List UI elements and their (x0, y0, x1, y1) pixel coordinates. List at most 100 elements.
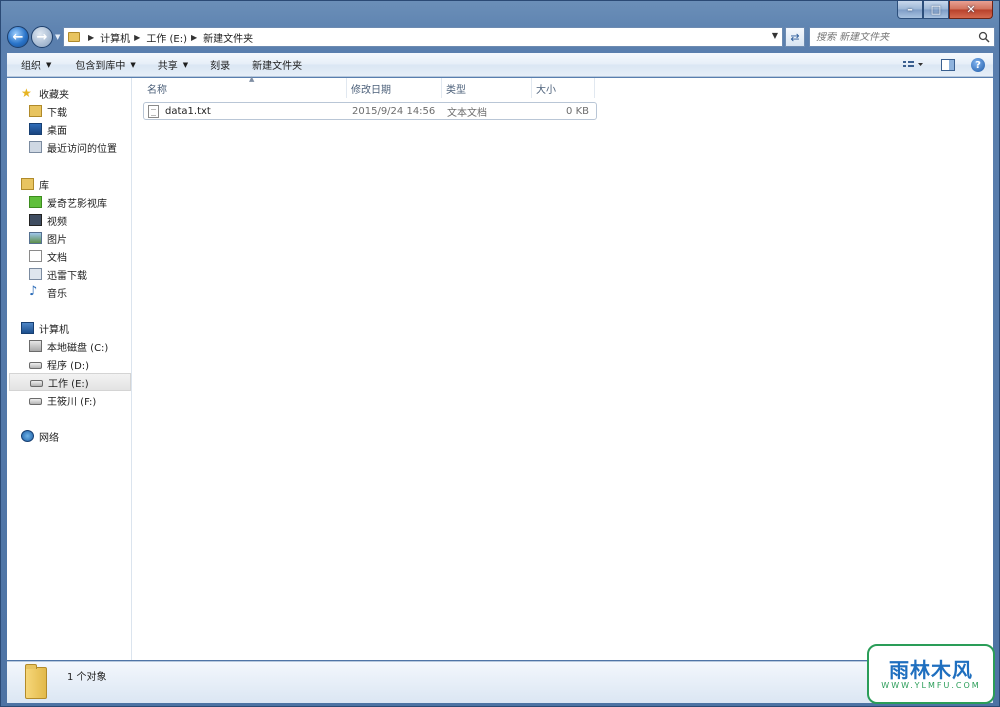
sidebar-item-label: 文档 (47, 252, 67, 264)
file-list-pane[interactable]: ▲ 名称 修改日期 类型 大小 data1.txt 2015/9/24 14:5… (133, 75, 993, 660)
breadcrumb-current-folder[interactable]: 新建文件夹 (203, 30, 253, 45)
file-size: 0 KB (566, 105, 589, 117)
file-row[interactable]: data1.txt 2015/9/24 14:56 文本文档 0 KB (143, 102, 597, 120)
address-bar[interactable]: ▶ 计算机 ▶ 工作 (E:) ▶ 新建文件夹 ▼ (63, 27, 783, 47)
text-file-icon (148, 104, 159, 118)
command-bar: 组织 ▼ 包含到库中 ▼ 共享 ▼ 刻录 新建文件夹 ? (7, 53, 993, 77)
sidebar-group-label: 库 (39, 180, 49, 192)
minimize-icon: – (907, 3, 913, 16)
sidebar-item-documents[interactable]: 文档 (29, 247, 131, 265)
file-name: data1.txt (165, 105, 211, 117)
preview-pane-icon (941, 59, 955, 71)
refresh-button[interactable]: ⇄ (785, 27, 805, 47)
sidebar-item-thunder-downloads[interactable]: 迅雷下载 (29, 265, 131, 283)
sidebar-item-recent-places[interactable]: 最近访问的位置 (29, 138, 131, 156)
sidebar-item-drive-e[interactable]: 工作 (E:) (9, 373, 131, 391)
sidebar-group-favorites[interactable]: ★ 收藏夹 (21, 84, 69, 102)
details-pane: 1 个对象 (7, 661, 993, 703)
breadcrumb-computer[interactable]: 计算机 (100, 30, 130, 45)
sidebar-item-label: 视频 (47, 216, 67, 228)
share-label: 共享 (157, 61, 178, 72)
column-header-size[interactable]: 大小 (532, 78, 595, 98)
library-icon (21, 178, 34, 190)
column-header-label: 类型 (446, 84, 466, 96)
videos-icon (29, 214, 42, 226)
iqiyi-library-icon (29, 196, 42, 208)
breadcrumb-separator-icon[interactable]: ▶ (191, 33, 197, 42)
forward-arrow-icon: → (36, 29, 48, 45)
close-button[interactable]: ✕ (949, 1, 993, 19)
search-input[interactable] (816, 31, 976, 43)
sidebar-item-label: 工作 (E:) (48, 378, 89, 390)
sidebar-item-pictures[interactable]: 图片 (29, 229, 131, 247)
drive-icon (29, 362, 42, 369)
music-note-icon: ♪ (29, 284, 38, 299)
pictures-icon (29, 232, 42, 244)
column-header-label: 大小 (536, 84, 556, 96)
column-header-label: 名称 (147, 84, 167, 96)
window-caption-buttons: – □ ✕ (897, 1, 993, 19)
sidebar-item-drive-c[interactable]: 本地磁盘 (C:) (29, 337, 131, 355)
burn-button[interactable]: 刻录 (201, 54, 239, 76)
sidebar-item-iqiyi-library[interactable]: 爱奇艺影视库 (29, 193, 131, 211)
column-header-date-modified[interactable]: 修改日期 (347, 78, 442, 98)
sidebar-item-label: 程序 (D:) (47, 360, 90, 372)
sidebar-item-drive-d[interactable]: 程序 (D:) (29, 355, 131, 373)
column-header-name[interactable]: ▲ 名称 (143, 75, 347, 98)
organize-button[interactable]: 组织 ▼ (7, 54, 60, 76)
view-options-icon (903, 61, 923, 67)
breadcrumb-drive-e[interactable]: 工作 (E:) (146, 30, 187, 45)
organize-label: 组织 (21, 61, 41, 72)
include-in-library-button[interactable]: 包含到库中 ▼ (66, 54, 144, 76)
search-box (809, 27, 995, 47)
search-icon[interactable] (978, 31, 990, 43)
column-header-type[interactable]: 类型 (442, 78, 532, 98)
sidebar-item-music[interactable]: ♪ 音乐 (29, 283, 131, 301)
sidebar-item-downloads[interactable]: 下载 (29, 102, 131, 120)
folder-icon (25, 663, 47, 699)
sidebar-item-label: 迅雷下载 (47, 270, 87, 282)
preview-pane-button[interactable] (933, 54, 963, 76)
sidebar-item-desktop[interactable]: 桌面 (29, 120, 131, 138)
sidebar-item-label: 王筱川 (F:) (47, 396, 97, 408)
address-row: ← → ▼ ▶ 计算机 ▶ 工作 (E:) ▶ 新建文件夹 ▼ ⇄ (7, 23, 995, 51)
sidebar-item-videos[interactable]: 视频 (29, 211, 131, 229)
explorer-window: – □ ✕ ← → ▼ ▶ 计算机 ▶ 工作 (E:) ▶ 新建文件夹 ▼ ⇄ (0, 0, 1000, 707)
navigation-pane[interactable]: ★ 收藏夹 下载 桌面 最近访问的位置 库 爱奇艺影视库 视频 图片 文档 迅雷… (7, 78, 132, 660)
forward-button[interactable]: → (31, 26, 53, 48)
change-view-button[interactable] (893, 54, 933, 76)
sidebar-group-label: 计算机 (39, 324, 69, 336)
sidebar-group-computer[interactable]: 计算机 (21, 319, 69, 337)
watermark-main-text: 雨林木风 (889, 657, 973, 682)
file-name-cell: data1.txt (144, 104, 348, 118)
sidebar-item-label: 桌面 (47, 125, 67, 137)
sidebar-item-label: 最近访问的位置 (47, 143, 117, 155)
sidebar-item-drive-f[interactable]: 王筱川 (F:) (29, 391, 131, 409)
new-folder-button[interactable]: 新建文件夹 (243, 54, 311, 76)
back-arrow-icon: ← (12, 29, 24, 45)
share-button[interactable]: 共享 ▼ (149, 54, 197, 76)
burn-label: 刻录 (210, 61, 231, 72)
star-icon: ★ (21, 86, 32, 100)
breadcrumb-separator-icon[interactable]: ▶ (134, 33, 140, 42)
sidebar-group-network[interactable]: 网络 (21, 427, 59, 445)
breadcrumb-separator-icon[interactable]: ▶ (88, 33, 94, 42)
minimize-button[interactable]: – (897, 1, 923, 19)
system-drive-icon (29, 340, 42, 352)
sidebar-group-libraries[interactable]: 库 (21, 175, 49, 193)
chevron-down-icon: ▼ (130, 60, 136, 69)
sidebar-item-label: 下载 (47, 107, 67, 119)
new-folder-label: 新建文件夹 (252, 61, 303, 72)
help-button[interactable]: ? (963, 54, 993, 76)
column-header-label: 修改日期 (351, 84, 391, 96)
network-icon (21, 430, 34, 442)
address-history-dropdown-icon[interactable]: ▼ (772, 31, 778, 40)
help-icon: ? (971, 58, 985, 72)
desktop-icon (29, 123, 42, 135)
maximize-button[interactable]: □ (923, 1, 949, 19)
recent-places-icon (29, 141, 42, 153)
sidebar-item-label: 本地磁盘 (C:) (47, 342, 109, 354)
sidebar-group-label: 网络 (39, 432, 59, 444)
back-button[interactable]: ← (7, 26, 29, 48)
maximize-icon: □ (930, 3, 942, 16)
